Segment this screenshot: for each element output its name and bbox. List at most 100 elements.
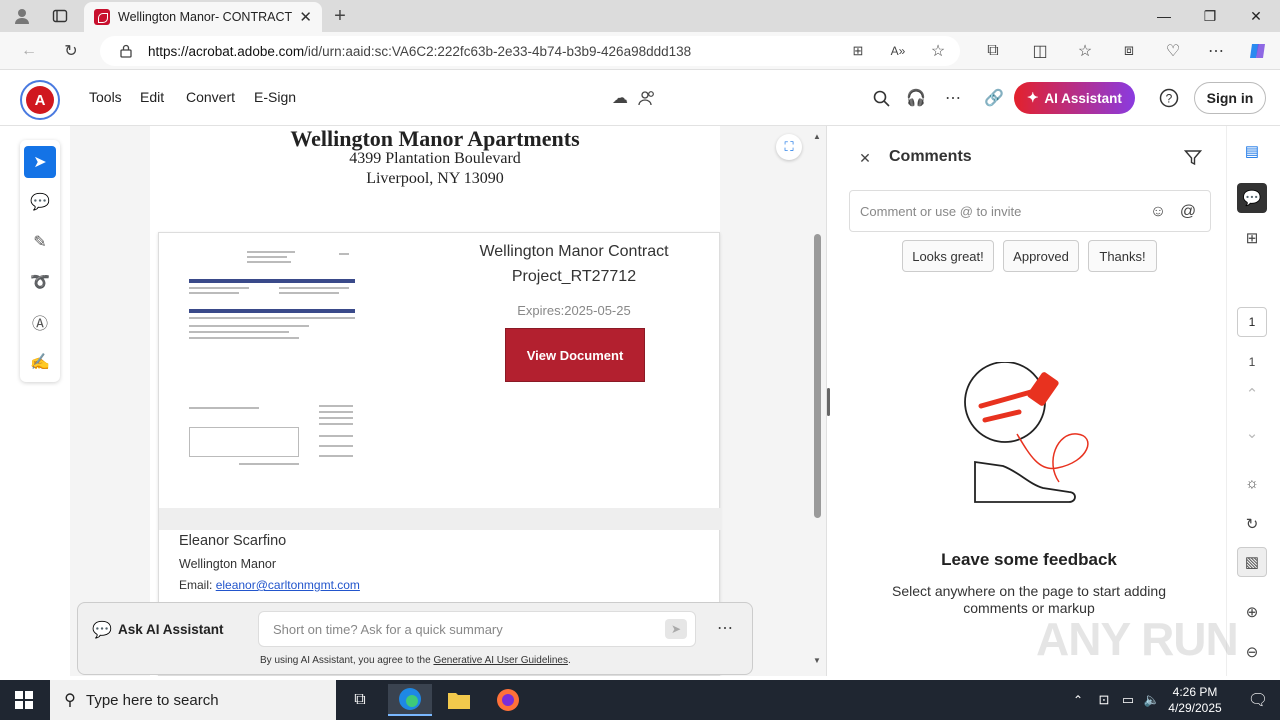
comments-rail-icon[interactable]: 💬	[1237, 183, 1267, 213]
copilot-icon[interactable]	[1245, 38, 1271, 64]
wifi-icon[interactable]: ▭	[1116, 684, 1140, 716]
document-scrollbar[interactable]: ▲ ▼	[811, 126, 825, 670]
edge-taskbar-icon[interactable]	[388, 684, 432, 716]
mention-icon[interactable]: @	[1178, 202, 1198, 222]
ai-assistant-label: AI Assistant	[1044, 90, 1122, 106]
ai-input-placeholder: Short on time? Ask for a quick summary	[273, 621, 503, 637]
scrollbar-thumb[interactable]	[814, 234, 821, 518]
new-tab-icon[interactable]: +	[328, 4, 352, 28]
split-screen-icon[interactable]: ◫	[1027, 38, 1053, 64]
help-icon[interactable]: ?	[1157, 86, 1181, 110]
ai-terms-note: By using AI Assistant, you agree to the …	[260, 655, 571, 666]
network-status-icon[interactable]: ⊡	[1092, 684, 1116, 716]
active-tab[interactable]: Wellington Manor- CONTRACT P ✕	[84, 2, 322, 32]
tab-actions-icon[interactable]	[48, 4, 72, 28]
rotate-icon[interactable]: ↻	[1237, 509, 1267, 539]
page-properties-icon[interactable]: ▤	[1237, 136, 1267, 166]
send-icon[interactable]: ➤	[665, 619, 687, 639]
chip-looks-great[interactable]: Looks great!	[902, 240, 994, 272]
ai-more-icon[interactable]: ⋯	[714, 617, 736, 639]
ai-assistant-bar: 💬 Ask AI Assistant Short on time? Ask fo…	[77, 602, 753, 675]
start-icon[interactable]	[2, 684, 46, 716]
system-clock[interactable]: 4:26 PM 4/29/2025	[1160, 684, 1230, 716]
zoom-in-icon[interactable]: ⊕	[1237, 597, 1267, 627]
expiry-date: Expires:2025-05-25	[517, 303, 631, 318]
windows-taskbar: ⚲ Type here to search ⧉ ⌃ ⊡ ▭ 🔈 4:26 PM …	[0, 680, 1280, 720]
menu-edit[interactable]: Edit	[140, 89, 164, 105]
tool-rail: ➤ 💬 ✎ ➰ Ⓐ ✍	[20, 140, 60, 382]
theme-icon[interactable]: ☼	[1237, 468, 1267, 498]
select-tool-icon[interactable]: ➤	[24, 146, 56, 178]
read-aloud-headphones-icon[interactable]: 🎧	[904, 86, 928, 110]
link-icon[interactable]: 🔗	[982, 86, 1006, 110]
add-comment-icon[interactable]: 💬	[24, 186, 56, 218]
sign-icon[interactable]: ✍	[24, 346, 56, 378]
close-panel-icon[interactable]: ✕	[855, 148, 875, 168]
show-hidden-icons[interactable]: ⌃	[1066, 684, 1090, 716]
email-link[interactable]: eleanor@carltonmgmt.com	[216, 578, 360, 592]
favorites-icon[interactable]: ☆	[1072, 38, 1098, 64]
sign-in-button[interactable]: Sign in	[1194, 82, 1266, 114]
ai-chat-icon: 💬	[92, 622, 112, 639]
view-document-button[interactable]: View Document	[505, 328, 645, 382]
chip-approved[interactable]: Approved	[1003, 240, 1079, 272]
ai-question-input[interactable]: Short on time? Ask for a quick summary ➤	[258, 611, 696, 647]
firefox-icon[interactable]	[486, 684, 530, 716]
acrobat-logo[interactable]: A	[20, 80, 60, 120]
panel-resize-handle[interactable]	[827, 388, 830, 416]
email-label: Email:	[179, 578, 216, 592]
search-icon[interactable]	[869, 86, 893, 110]
feedback-illustration	[964, 362, 1089, 503]
ai-guidelines-link[interactable]: Generative AI User Guidelines	[433, 655, 568, 666]
right-rail: ▤ 💬 ⊞ 1 1 ⌃ ⌄ ☼ ↻ ▧ ⊕ ⊖	[1226, 126, 1280, 676]
favorite-icon[interactable]: ☆	[928, 41, 948, 61]
restore-button[interactable]: ❐	[1198, 4, 1222, 28]
page-up-icon[interactable]: ⌃	[1237, 379, 1267, 409]
add-text-icon[interactable]: Ⓐ	[24, 306, 56, 338]
card-divider	[159, 508, 721, 530]
cloud-icon[interactable]: ☁	[608, 86, 632, 110]
minimize-button[interactable]: —	[1152, 4, 1176, 28]
zoom-out-icon[interactable]: ⊖	[1237, 637, 1267, 667]
current-page-field[interactable]: 1	[1237, 307, 1267, 337]
thumbnails-icon[interactable]: ⊞	[1237, 223, 1267, 253]
filter-icon[interactable]	[1181, 146, 1205, 170]
more-options-icon[interactable]: ⋯	[941, 86, 965, 110]
profile-icon[interactable]	[10, 4, 34, 28]
acrobat-logo-icon: A	[26, 86, 54, 114]
collections-icon[interactable]: ⧈	[1116, 38, 1142, 64]
draw-freeform-icon[interactable]: ➰	[24, 266, 56, 298]
clock-time: 4:26 PM	[1172, 685, 1218, 699]
comments-panel: ✕ Comments Comment or use @ to invite ☺ …	[833, 126, 1225, 676]
menu-convert[interactable]: Convert	[186, 89, 235, 105]
notifications-icon[interactable]: 🗨	[1236, 684, 1280, 716]
close-tab-icon[interactable]: ✕	[299, 8, 312, 26]
taskbar-search-box[interactable]: ⚲ Type here to search	[50, 680, 336, 720]
url-field[interactable]: https://acrobat.adobe.com/id/urn:aaid:sc…	[100, 36, 960, 66]
refresh-icon[interactable]: ↻	[58, 38, 84, 64]
chip-thanks[interactable]: Thanks!	[1088, 240, 1157, 272]
menu-tools[interactable]: Tools	[89, 89, 122, 105]
pdf-icon	[94, 9, 110, 25]
highlight-pen-icon[interactable]: ✎	[24, 226, 56, 258]
app-available-icon[interactable]: ⊞	[848, 41, 868, 61]
acrobat-toolbar: A Tools Edit Convert E-Sign ☁ 🎧 ⋯ 🔗 ✦ AI…	[0, 70, 1280, 126]
extensions-icon[interactable]: ⧉	[980, 38, 1006, 64]
menu-esign[interactable]: E-Sign	[254, 89, 296, 105]
emoji-icon[interactable]: ☺	[1148, 202, 1168, 222]
read-aloud-icon[interactable]: A»	[888, 41, 908, 61]
share-users-icon[interactable]	[635, 86, 659, 110]
fit-page-icon[interactable]: ⛶	[776, 134, 802, 160]
close-window-button[interactable]: ✕	[1244, 4, 1268, 28]
comments-title: Comments	[889, 148, 972, 165]
back-icon[interactable]: ←	[16, 38, 42, 64]
file-explorer-icon[interactable]	[437, 684, 481, 716]
page-down-icon[interactable]: ⌄	[1237, 418, 1267, 448]
document-info-icon[interactable]: ▧	[1237, 547, 1267, 577]
settings-more-icon[interactable]: ⋯	[1203, 38, 1229, 64]
lock-icon	[118, 43, 134, 59]
comment-input[interactable]: Comment or use @ to invite ☺ @	[849, 190, 1211, 232]
browser-essentials-icon[interactable]: ♡	[1160, 38, 1186, 64]
ai-assistant-button[interactable]: ✦ AI Assistant	[1014, 82, 1135, 114]
task-view-icon[interactable]: ⧉	[338, 684, 382, 716]
